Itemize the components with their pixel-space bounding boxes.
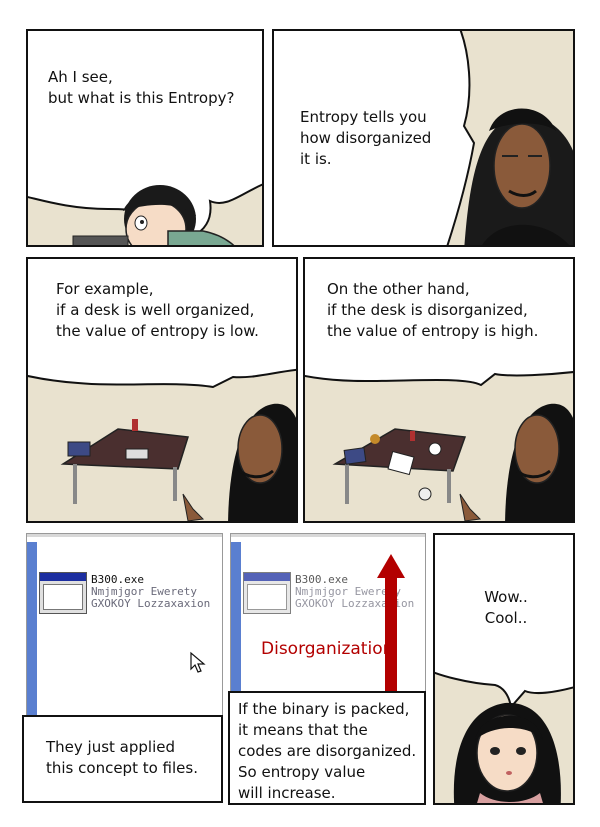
speech-line: On the other hand, — [327, 280, 470, 298]
speech-line: how disorganized — [300, 129, 432, 147]
panel-6-caption: If the binary is packed, it means that t… — [228, 691, 426, 805]
speech-line: it is. — [300, 150, 332, 168]
panel-5: B300.exe Nmjmjgor Ewerety GXOKOY Lozzaxa… — [22, 533, 223, 805]
panel-1-art — [28, 31, 262, 245]
speech-line: but what is this Entropy? — [48, 89, 235, 107]
speech-line: the value of entropy is low. — [56, 322, 259, 340]
panel-7-art — [435, 535, 573, 803]
caption-line: codes are disorganized. — [238, 742, 417, 760]
panel-1-speech: Ah I see, but what is this Entropy? — [48, 67, 234, 109]
desktop-window: B300.exe Nmjmjgor Ewerety GXOKOY Lozzaxa… — [26, 533, 223, 718]
speech-line: For example, — [56, 280, 154, 298]
up-arrow-icon — [377, 554, 405, 692]
speech-line: the value of entropy is high. — [327, 322, 539, 340]
panel-3: For example, if a desk is well organized… — [26, 257, 298, 523]
man-figure — [464, 108, 573, 245]
speech-line: if a desk is well organized, — [56, 301, 255, 319]
disorganization-label: Disorganization — [261, 639, 394, 659]
caption-line: So entropy value — [238, 763, 366, 781]
speech-line: Entropy tells you — [300, 108, 427, 126]
mouse-cursor-icon — [190, 651, 206, 673]
caption-line: will increase. — [238, 784, 336, 802]
girl-figure — [453, 702, 561, 803]
man-figure — [459, 403, 573, 521]
panel-1: Ah I see, but what is this Entropy? — [26, 29, 264, 247]
speech-line: if the desk is disorganized, — [327, 301, 528, 319]
tidy-desk — [60, 419, 189, 504]
speech-line: Ah I see, — [48, 68, 113, 86]
caption-line: this concept to files. — [46, 759, 198, 777]
panel-3-speech: For example, if a desk is well organized… — [56, 279, 259, 342]
panel-2-speech: Entropy tells you how disorganized it is… — [300, 107, 431, 170]
file-label[interactable]: B300.exe Nmjmjgor Ewerety GXOKOY Lozzaxa… — [91, 574, 210, 610]
panel-4: On the other hand, if the desk is disorg… — [303, 257, 575, 523]
panel-2: Entropy tells you how disorganized it is… — [272, 29, 575, 247]
panel-5-caption: They just applied this concept to files. — [22, 715, 223, 803]
exe-file-icon[interactable] — [243, 572, 291, 614]
messy-desk — [332, 428, 467, 504]
man-figure — [182, 403, 296, 521]
caption-line: it means that the — [238, 721, 368, 739]
caption-line: If the binary is packed, — [238, 700, 410, 718]
speech-line: Wow.. — [484, 588, 528, 606]
exe-file-icon[interactable] — [39, 572, 87, 614]
panel-6: B300.exe Nmjmjgor Ewerety GXOKOY Lozzaxa… — [228, 533, 426, 805]
panel-4-speech: On the other hand, if the desk is disorg… — [327, 279, 538, 342]
speech-line: Cool.. — [484, 609, 528, 627]
caption-line: They just applied — [46, 738, 176, 756]
desktop-window: B300.exe Nmjmjgor Ewerety GXOKOY Lozzaxa… — [230, 533, 426, 693]
file-company: GXOKOY Lozzaxaxion — [91, 597, 211, 610]
panel-7: Wow.. Cool.. — [433, 533, 575, 805]
panel-7-speech: Wow.. Cool.. — [435, 587, 573, 629]
